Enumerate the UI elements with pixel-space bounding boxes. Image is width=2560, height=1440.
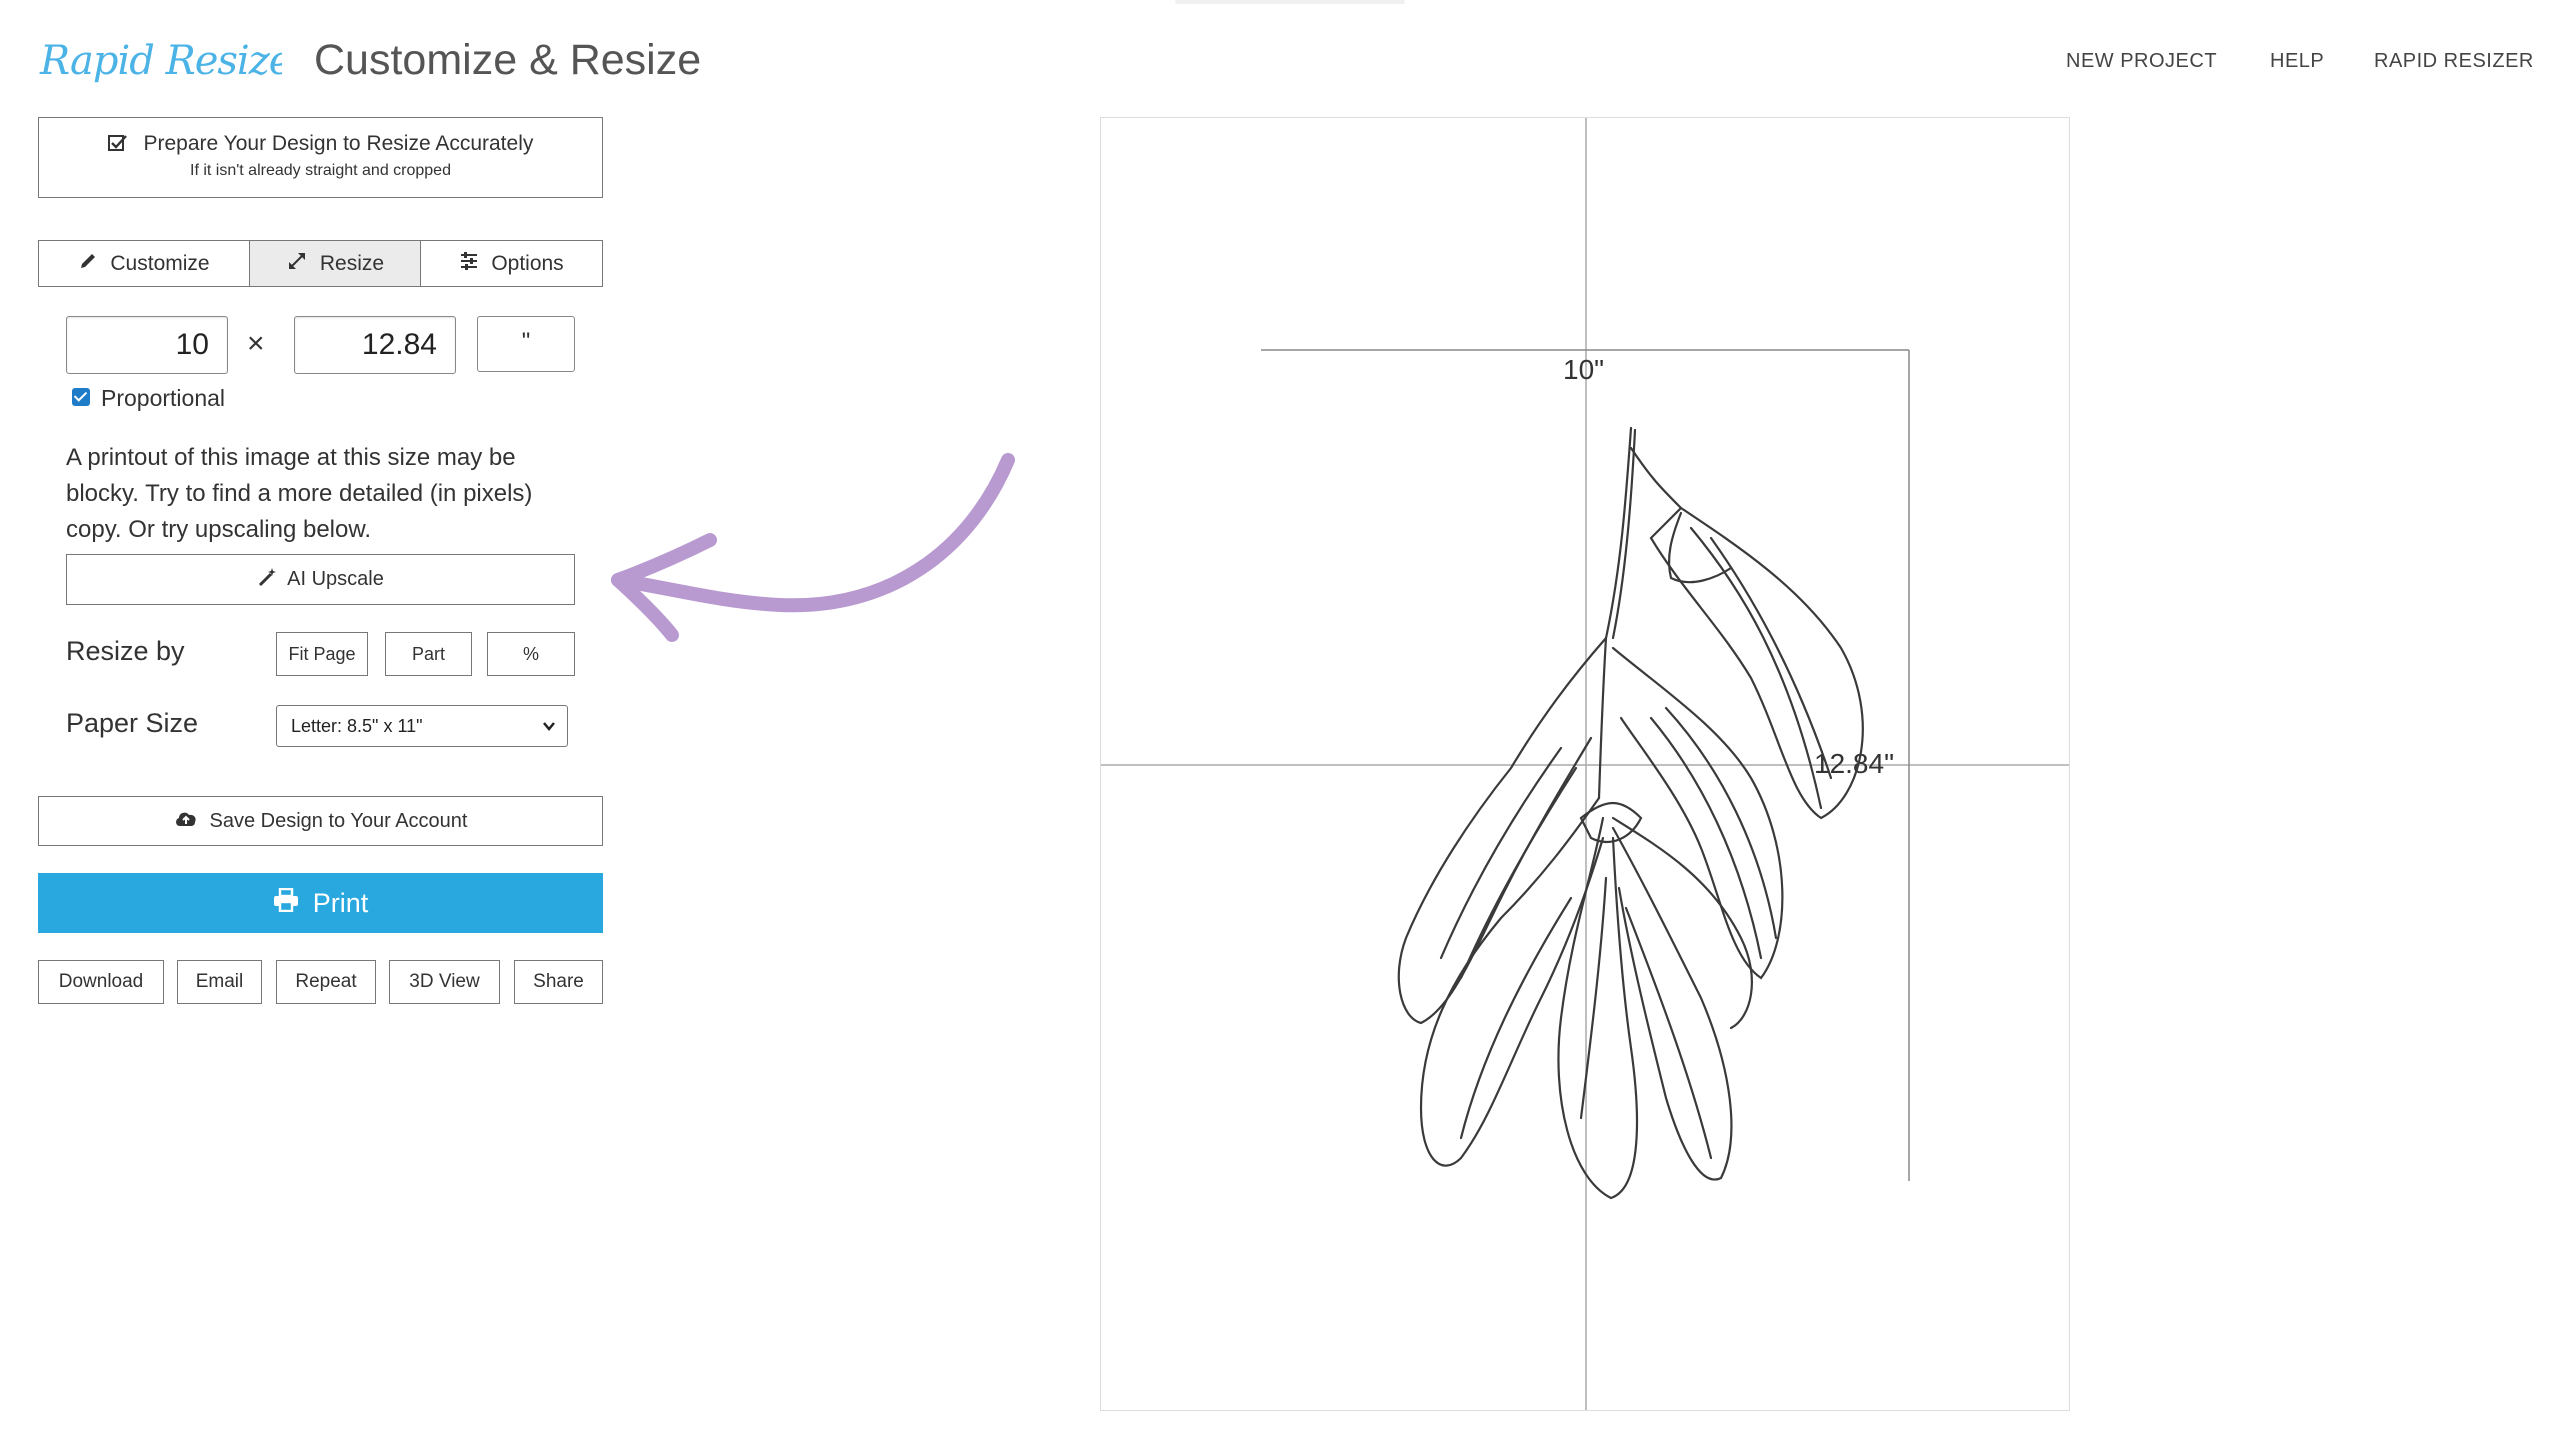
part-button[interactable]: Part <box>385 632 472 676</box>
paper-size-select[interactable]: Letter: 8.5" x 11" <box>276 705 568 747</box>
prepare-subtitle: If it isn't already straight and cropped <box>190 162 451 179</box>
tab-customize-label: Customize <box>110 251 210 275</box>
tab-bar: Customize Resize Options <box>38 240 603 287</box>
ai-upscale-button[interactable]: AI Upscale <box>66 554 575 605</box>
percent-button[interactable]: % <box>487 632 575 676</box>
proportional-label: Proportional <box>101 385 226 411</box>
prepare-title: Prepare Your Design to Resize Accurately <box>143 132 534 155</box>
fit-page-button[interactable]: Fit Page <box>276 632 368 676</box>
print-label: Print <box>312 887 369 918</box>
width-dimension-label: 10" <box>1563 354 1605 385</box>
width-input[interactable] <box>66 316 228 374</box>
download-button[interactable]: Download <box>38 960 164 1004</box>
chevron-down-icon <box>541 718 557 739</box>
expand-arrows-icon <box>286 250 320 278</box>
tab-resize-label: Resize <box>319 251 385 275</box>
unit-select[interactable]: " <box>477 316 575 372</box>
sliders-icon <box>459 251 491 277</box>
email-button[interactable]: Email <box>177 960 262 1004</box>
checkbox-icon <box>107 132 144 155</box>
sketch-image <box>1397 426 1864 1200</box>
prepare-design-button[interactable]: Prepare Your Design to Resize Accurately… <box>38 117 603 198</box>
ai-upscale-label: AI Upscale <box>287 568 384 590</box>
tab-options-label: Options <box>491 251 564 275</box>
nav-new-project[interactable]: NEW PROJECT <box>2066 50 2217 73</box>
cloud-upload-icon <box>174 809 210 833</box>
save-design-button[interactable]: Save Design to Your Account <box>38 796 603 846</box>
3d-view-button[interactable]: 3D View <box>389 960 500 1004</box>
page-title: Customize & Resize <box>314 36 702 84</box>
resize-by-label: Resize by <box>66 636 185 666</box>
save-design-label: Save Design to Your Account <box>209 809 468 832</box>
tab-options[interactable]: Options <box>421 241 602 286</box>
print-button[interactable]: Print <box>38 873 603 933</box>
paper-size-label: Paper Size <box>66 708 199 738</box>
pencil-icon <box>78 251 110 277</box>
svg-text:Rapid Resizer: Rapid Resizer <box>39 38 282 84</box>
printer-icon <box>273 887 313 919</box>
scrollbar-hint <box>1175 0 1405 4</box>
share-button[interactable]: Share <box>514 960 603 1004</box>
height-input[interactable] <box>294 316 456 374</box>
magic-wand-icon <box>257 567 287 593</box>
hint-arrow-icon <box>590 440 1030 650</box>
nav-help[interactable]: HELP <box>2270 50 2324 73</box>
repeat-button[interactable]: Repeat <box>276 960 376 1004</box>
tab-resize[interactable]: Resize <box>250 241 421 286</box>
proportional-checkbox[interactable] <box>72 388 90 406</box>
rapid-resizer-logo[interactable]: Rapid Resizer <box>38 32 314 92</box>
tab-customize[interactable]: Customize <box>39 241 250 286</box>
quality-warning: A printout of this image at this size ma… <box>66 444 533 543</box>
nav-rapid-resizer[interactable]: RAPID RESIZER <box>2374 50 2534 73</box>
print-preview: 10" 12.84" <box>1100 117 2070 1411</box>
paper-size-value: Letter: 8.5" x 11" <box>291 715 423 736</box>
times-sign: × <box>247 327 265 360</box>
